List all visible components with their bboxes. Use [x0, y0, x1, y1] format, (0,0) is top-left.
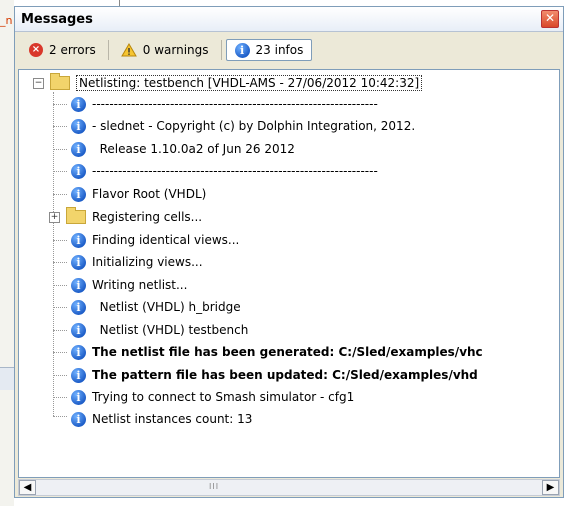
message-filter-toolbar: × 2 errors 0 warnings i 23 infos [15, 32, 563, 68]
close-button[interactable]: ✕ [541, 10, 559, 28]
panel-titlebar[interactable]: Messages ✕ [15, 7, 563, 32]
tree-connector [53, 92, 54, 416]
info-icon: i [71, 344, 86, 360]
warnings-filter-button[interactable]: 0 warnings [113, 39, 217, 61]
info-icon: i [71, 277, 86, 293]
folder-label: Registering cells... [92, 210, 203, 224]
list-item[interactable]: i Trying to connect to Smash simulator -… [71, 386, 354, 408]
list-item[interactable]: i Release 1.10.0a2 of Jun 26 2012 [71, 138, 295, 160]
warning-icon [120, 43, 137, 57]
list-item[interactable]: i Netlist instances count: 13 [71, 408, 252, 430]
list-item[interactable]: i Initializing views... [71, 251, 203, 273]
warnings-label: 0 warnings [142, 43, 209, 57]
info-icon: i [71, 96, 86, 112]
toolbar-separator [107, 40, 109, 60]
error-icon: × [29, 43, 43, 57]
info-icon: i [71, 232, 86, 248]
info-icon: i [71, 389, 86, 405]
scroll-left-button[interactable]: ◀ [19, 480, 36, 495]
tree-folder-item[interactable]: + Registering cells... [49, 206, 202, 228]
tree-root-item[interactable]: − Netlisting: testbench [VHDL-AMS - 27/0… [33, 72, 423, 94]
messages-panel: Messages ✕ × 2 errors 0 warnings i 23 in… [14, 6, 564, 498]
infos-filter-button[interactable]: i 23 infos [225, 39, 313, 61]
list-item[interactable]: i Netlist (VHDL) testbench [71, 319, 248, 341]
background-app-strip [0, 0, 14, 506]
list-item[interactable]: i --------------------------------------… [71, 160, 378, 182]
list-item[interactable]: i --------------------------------------… [71, 93, 378, 115]
expand-icon[interactable]: + [49, 211, 60, 223]
horizontal-scrollbar[interactable]: ◀ III ▶ [18, 479, 560, 496]
background-app-fragment: _n [0, 14, 13, 27]
info-icon: i [71, 254, 86, 270]
info-icon: i [71, 118, 86, 134]
info-icon: i [71, 186, 86, 202]
background-app-bar [0, 367, 14, 390]
list-item[interactable]: i The netlist file has been generated: C… [71, 341, 483, 363]
scroll-right-button[interactable]: ▶ [542, 480, 559, 495]
errors-filter-button[interactable]: × 2 errors [21, 39, 104, 61]
info-icon: i [71, 299, 86, 315]
list-item[interactable]: i Flavor Root (VHDL) [71, 183, 206, 205]
toolbar-separator [220, 40, 222, 60]
collapse-icon[interactable]: − [33, 77, 44, 89]
info-icon: i [71, 163, 86, 179]
folder-icon [50, 73, 70, 90]
infos-label: 23 infos [255, 43, 304, 57]
scrollbar-grip[interactable]: III [209, 482, 219, 491]
list-item[interactable]: i The pattern file has been updated: C:/… [71, 364, 478, 386]
errors-label: 2 errors [49, 43, 96, 57]
list-item[interactable]: i Finding identical views... [71, 229, 239, 251]
info-icon: i [71, 322, 86, 338]
info-icon: i [71, 411, 86, 427]
info-icon: i [234, 42, 250, 58]
message-tree[interactable]: − Netlisting: testbench [VHDL-AMS - 27/0… [18, 69, 560, 478]
list-item[interactable]: i Writing netlist... [71, 274, 187, 296]
panel-title: Messages [21, 11, 93, 27]
folder-icon [66, 207, 86, 224]
list-item[interactable]: i Netlist (VHDL) h_bridge [71, 296, 241, 318]
list-item[interactable]: i - slednet - Copyright (c) by Dolphin I… [71, 115, 415, 137]
tree-root-label: Netlisting: testbench [VHDL-AMS - 27/06/… [76, 75, 423, 91]
info-icon: i [71, 141, 86, 157]
info-icon: i [71, 367, 86, 383]
